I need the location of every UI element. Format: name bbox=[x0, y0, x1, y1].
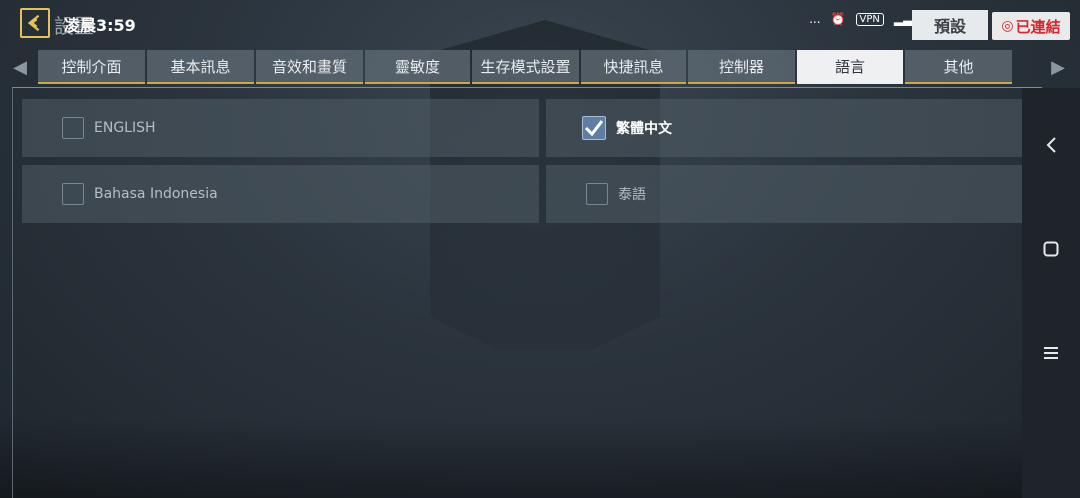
tab-survival-mode[interactable]: 生存模式設置 bbox=[472, 50, 579, 84]
tab-sensitivity[interactable]: 靈敏度 bbox=[365, 50, 470, 84]
language-option-traditional-chinese[interactable]: 繁體中文 bbox=[546, 99, 1058, 157]
checkbox-checked[interactable] bbox=[582, 116, 606, 140]
navigation-bar bbox=[1022, 88, 1080, 498]
back-arrow-icon bbox=[27, 14, 40, 32]
connected-label: 已連結 bbox=[1015, 17, 1061, 36]
tab-scroll-left-icon[interactable]: ◀ bbox=[13, 56, 27, 78]
background-floor bbox=[0, 418, 1080, 498]
tab-other[interactable]: 其他 bbox=[905, 50, 1012, 84]
more-icon: ... bbox=[809, 12, 821, 26]
status-bar: 設置 凌晨3:59 ... ⏰ VPN ▂▃▅▇ ◠ 77 預設 ◎ 已連結 bbox=[0, 0, 1080, 44]
tab-quick-messages[interactable]: 快捷訊息 bbox=[581, 50, 686, 84]
clock: 凌晨3:59 bbox=[64, 16, 136, 35]
language-option-english[interactable]: ENGLISH bbox=[22, 99, 539, 157]
language-option-bahasa-indonesia[interactable]: Bahasa Indonesia bbox=[22, 165, 539, 223]
tab-audio-graphics[interactable]: 音效和畫質 bbox=[256, 50, 363, 84]
checkbox[interactable] bbox=[62, 183, 84, 205]
checkbox[interactable] bbox=[62, 117, 84, 139]
tab-scroll-right-icon[interactable]: ▶ bbox=[1051, 56, 1065, 78]
tab-control-interface[interactable]: 控制介面 bbox=[38, 50, 145, 84]
alarm-icon: ⏰ bbox=[830, 12, 846, 26]
content-border bbox=[12, 88, 13, 498]
language-option-thai[interactable]: 泰語 bbox=[546, 165, 1058, 223]
tab-basic-info[interactable]: 基本訊息 bbox=[147, 50, 254, 84]
tab-controller[interactable]: 控制器 bbox=[688, 50, 795, 84]
chevron-left-icon[interactable] bbox=[1040, 134, 1062, 156]
preset-button[interactable]: 預設 bbox=[912, 10, 988, 40]
checkbox[interactable] bbox=[586, 183, 608, 205]
language-label: 繁體中文 bbox=[616, 121, 672, 137]
tab-divider bbox=[12, 87, 1042, 88]
language-label: 泰語 bbox=[618, 187, 646, 203]
swirl-icon: ◎ bbox=[1001, 18, 1014, 34]
connected-badge[interactable]: ◎ 已連結 bbox=[992, 12, 1070, 40]
language-label: Bahasa Indonesia bbox=[94, 186, 218, 202]
language-label: ENGLISH bbox=[94, 120, 156, 136]
tab-bar: 控制介面 基本訊息 音效和畫質 靈敏度 生存模式設置 快捷訊息 控制器 語言 其… bbox=[38, 50, 1012, 84]
back-button[interactable] bbox=[20, 8, 50, 38]
square-icon[interactable] bbox=[1040, 238, 1062, 260]
tab-language[interactable]: 語言 bbox=[797, 50, 903, 84]
checkmark-icon bbox=[584, 120, 604, 137]
menu-icon[interactable] bbox=[1040, 342, 1062, 364]
vpn-icon: VPN bbox=[855, 12, 884, 26]
